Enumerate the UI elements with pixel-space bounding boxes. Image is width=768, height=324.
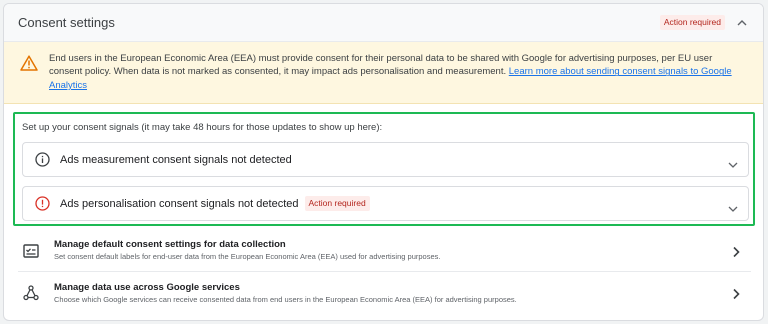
manage-default-consent-description: Set consent default labels for end-user … xyxy=(54,252,441,261)
chevron-down-icon xyxy=(728,200,738,212)
action-required-badge: Action required xyxy=(659,15,725,30)
manage-data-use-item[interactable]: Manage data use across Google services C… xyxy=(18,272,751,314)
error-icon xyxy=(35,196,50,211)
action-required-badge: Action required xyxy=(304,196,370,211)
card-header[interactable]: Consent settings Action required xyxy=(4,4,763,42)
manage-default-consent-item[interactable]: Manage default consent settings for data… xyxy=(18,230,751,272)
manage-data-use-text: Manage data use across Google services C… xyxy=(54,282,517,305)
checklist-icon xyxy=(22,242,40,260)
ads-measurement-signal-row[interactable]: Ads measurement consent signals not dete… xyxy=(22,142,749,177)
chevron-right-icon xyxy=(731,245,741,258)
manage-default-consent-title: Manage default consent settings for data… xyxy=(54,239,286,250)
card-title: Consent settings xyxy=(18,15,115,30)
consent-signals-intro: Set up your consent signals (it may take… xyxy=(22,122,383,133)
chevron-right-icon xyxy=(731,287,741,300)
warning-triangle-icon xyxy=(20,55,38,71)
manage-default-consent-text: Manage default consent settings for data… xyxy=(54,239,440,262)
consent-signals-section: Set up your consent signals (it may take… xyxy=(13,112,755,226)
manage-data-use-description: Choose which Google services can receive… xyxy=(54,294,517,304)
ads-personalisation-label: Ads personalisation consent signals not … xyxy=(60,197,299,210)
chevron-up-icon[interactable] xyxy=(735,16,749,30)
eea-warning-banner: End users in the European Economic Area … xyxy=(4,42,763,104)
warning-text: End users in the European Economic Area … xyxy=(49,52,743,92)
consent-settings-card: Consent settings Action required End use… xyxy=(3,3,764,321)
header-right: Action required xyxy=(659,15,749,30)
ads-measurement-label: Ads measurement consent signals not dete… xyxy=(60,153,292,166)
share-nodes-icon xyxy=(22,284,40,302)
manage-data-use-title: Manage data use across Google services xyxy=(54,281,240,293)
info-icon xyxy=(35,152,50,167)
ads-personalisation-signal-row[interactable]: Ads personalisation consent signals not … xyxy=(22,186,749,221)
chevron-down-icon xyxy=(728,156,738,168)
